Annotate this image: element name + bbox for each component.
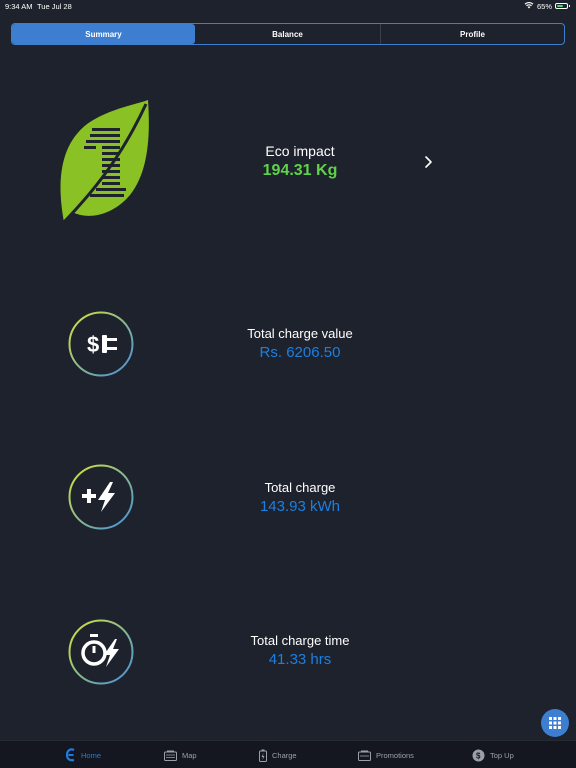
eco-impact-value: 194.31 Kg [262,162,338,179]
dollar-plug-icon: $ [68,311,134,377]
tab-promotions[interactable]: Promotions [358,746,414,764]
leaf-icon [60,100,149,224]
total-charge-value: 143.93 kWh [259,498,341,515]
tab-summary[interactable]: Summary [12,24,195,44]
tab-charge-label: Charge [272,750,297,760]
battery-percent: 65% [536,1,552,11]
dollar-coin-icon: $ [472,749,485,761]
tab-profile[interactable]: Profile [381,24,564,44]
charge-icon [259,749,267,762]
tab-top-up[interactable]: $ Top Up [472,746,514,764]
tab-promotions-label: Promotions [376,750,414,760]
segmented-control: Summary Balance Profile [11,23,565,45]
tab-charge[interactable]: Charge [259,746,297,764]
wifi-icon [524,1,534,11]
tab-balance[interactable]: Balance [195,24,381,44]
stopwatch-lightning-icon [68,619,134,685]
svg-text:$: $ [87,332,99,357]
status-time: 9:34 AM [5,2,33,11]
chevron-right-icon[interactable] [422,154,434,170]
battery-icon [555,3,570,9]
grid-icon [549,717,561,729]
grid-menu-button[interactable] [541,709,569,737]
map-icon [164,750,177,761]
total-charge-label: Total charge [264,480,336,495]
status-bar: 9:34 AM Tue Jul 28 65% [0,0,576,12]
svg-text:$: $ [476,751,481,760]
app-screen: 9:34 AM Tue Jul 28 65% Summary Balance P… [0,0,576,768]
plus-lightning-icon [68,464,134,530]
tab-map-label: Map [182,750,197,760]
charge-value-label: Total charge value [247,326,353,341]
charge-value-amount: Rs. 6206.50 [259,344,341,361]
home-icon [66,748,75,762]
charge-time-value: 41.33 hrs [268,651,332,668]
bottom-tab-bar: Home Map Charge Promotions $ Top Up [0,740,576,768]
tab-home[interactable]: Home [66,746,101,764]
tab-home-label: Home [81,750,102,760]
charge-time-label: Total charge time [250,633,350,648]
status-right: 65% [524,1,570,11]
eco-impact-label: Eco impact [265,143,335,159]
tab-top-up-label: Top Up [490,750,514,760]
status-date: Tue Jul 28 [37,2,72,11]
promotions-icon [358,750,371,761]
tab-map[interactable]: Map [164,746,197,764]
